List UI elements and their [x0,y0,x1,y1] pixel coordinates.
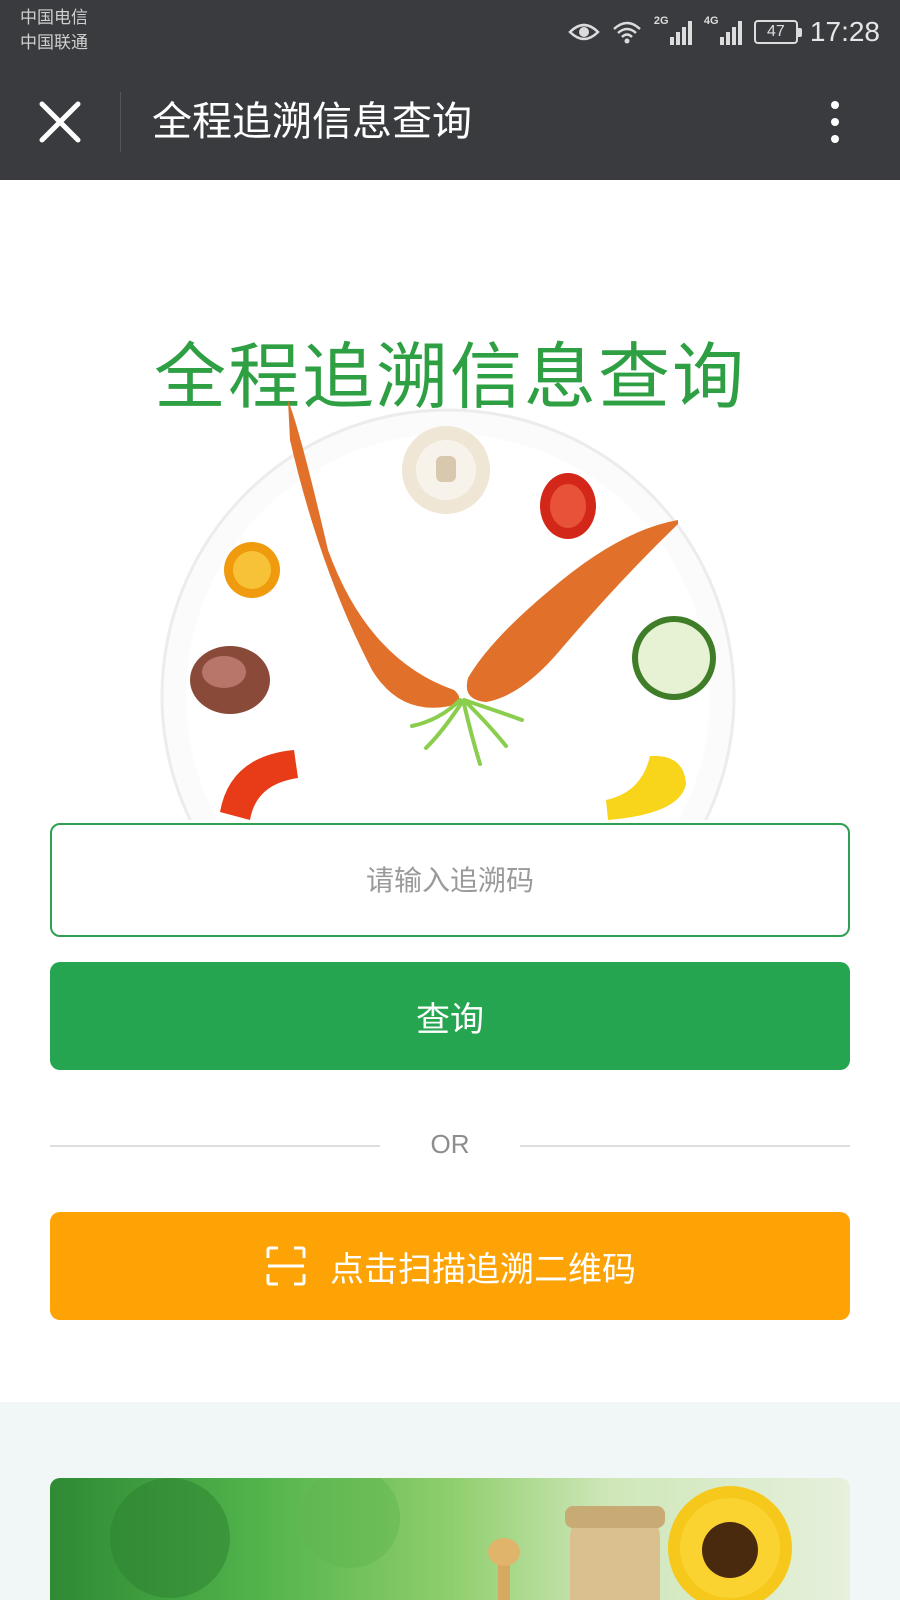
carrier-1: 中国电信 [20,8,88,28]
network-4g-label: 4G [703,15,719,27]
carrier-2: 中国联通 [20,33,88,53]
more-dot-icon [831,118,839,126]
page-title: 全程追溯信息查询 [152,99,472,145]
more-dot-icon [831,101,839,109]
signal-2g-icon: 2G [654,15,692,45]
zucchini-slice [632,616,716,700]
scan-qr-button[interactable]: 点击扫描追溯二维码 [50,1212,850,1320]
onion [190,646,270,714]
nav-divider [120,92,121,152]
clock: 17:28 [809,16,880,47]
tomato-slice [540,473,596,539]
carrier-info: 中国电信 中国联通 [20,6,88,56]
divider-line-right [520,1145,850,1147]
mushroom [402,426,490,514]
kumquat-slice [224,542,280,598]
vegetable-clock-illustration [160,400,736,820]
more-dot-icon [831,135,839,143]
query-button[interactable]: 查询 [50,962,850,1070]
wifi-icon [613,21,641,44]
nav-bar: 全程追溯信息查询 [0,64,900,180]
bottom-section [0,1402,900,1600]
status-indicators: 2G 4G 47 17:28 [568,12,880,52]
more-menu-button[interactable] [820,92,850,152]
network-2g-label: 2G [653,15,669,27]
close-icon [39,101,81,143]
promo-banner[interactable] [50,1478,850,1600]
trace-code-input[interactable] [50,823,850,937]
scan-icon [266,1246,306,1286]
sunflower-icon [668,1486,792,1600]
battery-icon: 47 [753,20,802,44]
signal-4g-icon: 4G [704,15,742,45]
eye-icon [568,23,600,41]
close-button[interactable] [30,92,90,152]
status-bar: 中国电信 中国联通 2G 4G 47 17:28 [0,0,900,64]
or-divider: OR [50,1125,850,1165]
sunflower-honey-image [110,1478,792,1600]
scan-button-label: 点击扫描追溯二维码 [330,1249,636,1290]
